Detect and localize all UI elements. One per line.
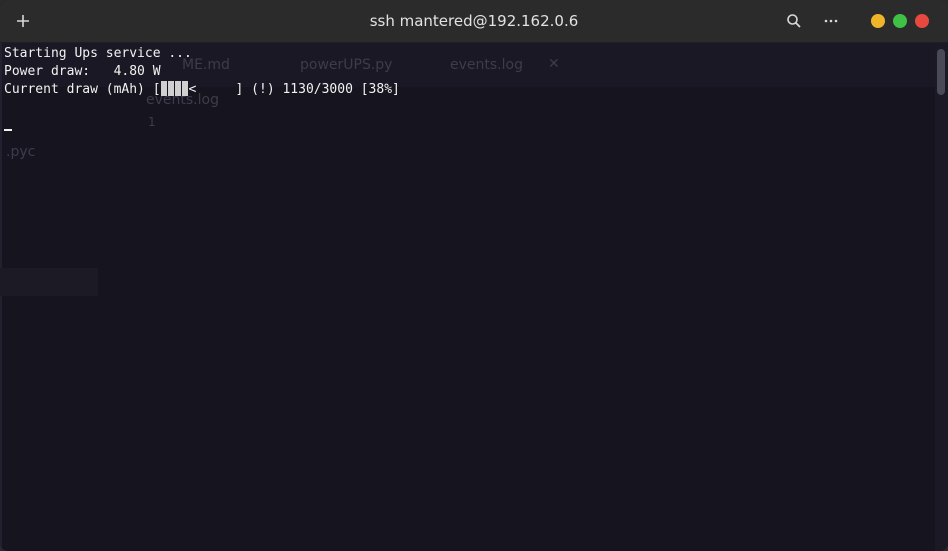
minimize-button[interactable] [871,14,885,28]
text-cursor [4,129,12,131]
output-line-starting: Starting Ups service ... [4,46,192,61]
search-icon [787,14,801,28]
close-button[interactable] [915,14,929,28]
maximize-button[interactable] [893,14,907,28]
current-draw-readout: ] (!) 1130/3000 [38%] [196,82,400,97]
output-line-current-draw: Current draw (mAh) [< ] (!) 1130/3000 [3… [4,81,935,99]
scrollbar-thumb[interactable] [937,49,945,95]
ellipsis-icon [824,19,838,23]
title-bar: ssh mantered@192.162.0.6 [0,0,948,43]
prompt-line [4,117,935,135]
output-line-power-draw: Power draw: 4.80 W [4,64,161,79]
terminal-window: ssh mantered@192.162.0.6 ME.md powerUPS.… [0,0,948,551]
progress-bar-fill [160,81,189,96]
search-button[interactable] [781,8,807,34]
terminal-scrollbar[interactable] [935,43,948,551]
menu-button[interactable] [818,8,844,34]
terminal-output[interactable]: Starting Ups service ... Power draw: 4.8… [0,43,935,551]
current-draw-label: Current draw (mAh) [ [4,82,161,97]
